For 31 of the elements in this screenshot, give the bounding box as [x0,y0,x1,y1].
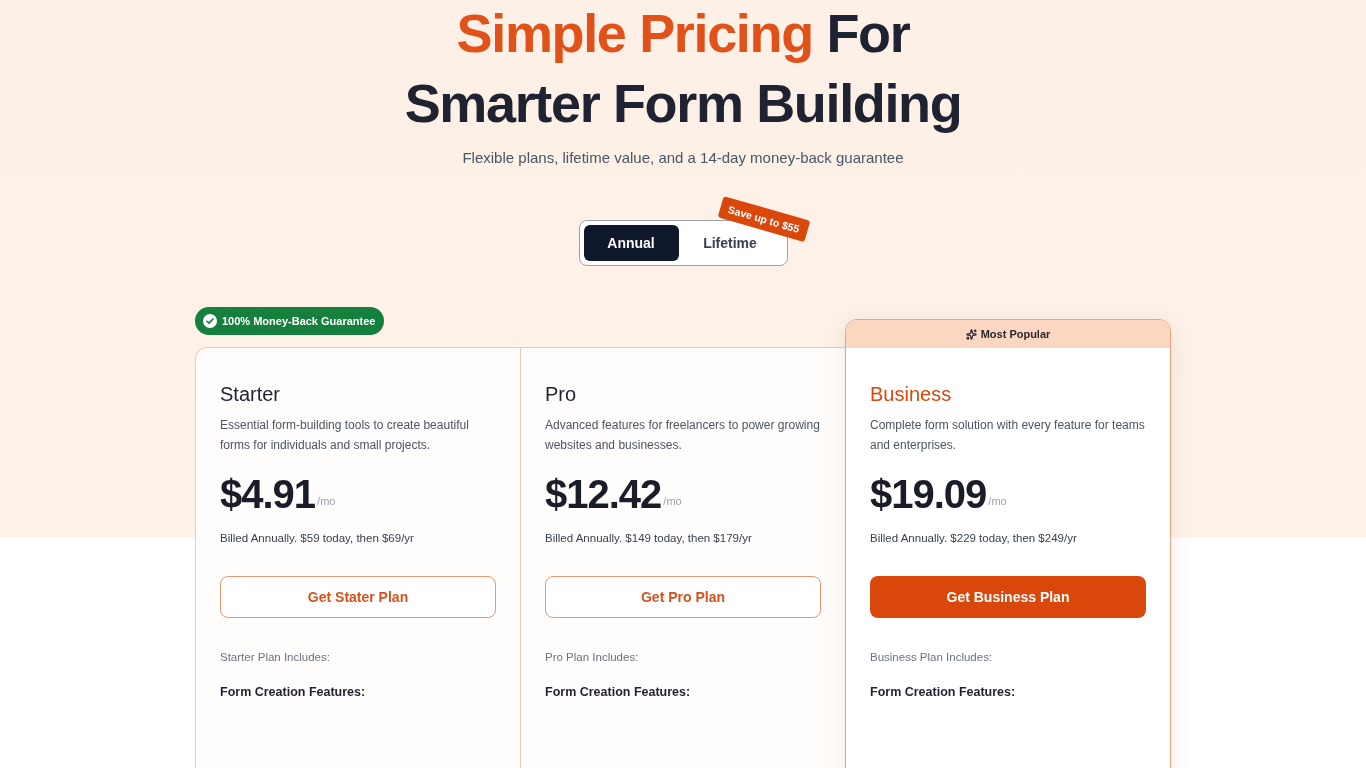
popular-label: Most Popular [980,326,1051,342]
page-heading: Simple Pricing For Smarter Form Building [404,2,962,135]
page-subtitle: Flexible plans, lifetime value, and a 14-day money-back guarantee [462,148,904,168]
price-period: /mo [317,493,336,509]
plan-price: $4.91 [220,471,316,518]
get-plan-button[interactable]: Get Business Plan [870,576,1146,618]
plan-description: Advanced features for freelancers to power growing websites and businesses. [545,417,821,454]
get-plan-button[interactable]: Get Stater Plan [220,576,496,618]
guarantee-text: 100% Money-Back Guarantee [222,313,376,329]
plan-price: $19.09 [870,471,987,518]
sparkles-icon [965,328,977,340]
billing-note: Billed Annually. $229 today, then $249/yr [870,531,1078,546]
plan-description: Essential form-building tools to create beautiful forms for individuals and small projects. [220,417,470,454]
plan-name: Business [870,382,953,406]
price-period: /mo [988,493,1007,509]
billing-note: Billed Annually. $59 today, then $69/yr [220,531,415,546]
billing-tab[interactable]: Annual [583,225,679,261]
includes-label: Business Plan Includes: [870,650,994,665]
feature-section-heading: Form Creation Features: [220,684,367,701]
feature-section-heading: Form Creation Features: [545,684,692,701]
check-circle-icon [203,314,217,328]
plan-price: $12.42 [545,471,662,518]
get-plan-button[interactable]: Get Pro Plan [545,576,821,618]
billing-note: Billed Annually. $149 today, then $179/yr [545,531,753,546]
plan-name: Pro [545,382,578,406]
includes-label: Starter Plan Includes: [220,650,331,665]
includes-label: Pro Plan Includes: [545,650,640,665]
plan-description: Complete form solution with every feature for teams and enterprises. [870,417,1146,454]
price-period: /mo [663,493,682,509]
feature-section-heading: Form Creation Features: [870,684,1017,701]
plan-name: Starter [220,382,282,406]
